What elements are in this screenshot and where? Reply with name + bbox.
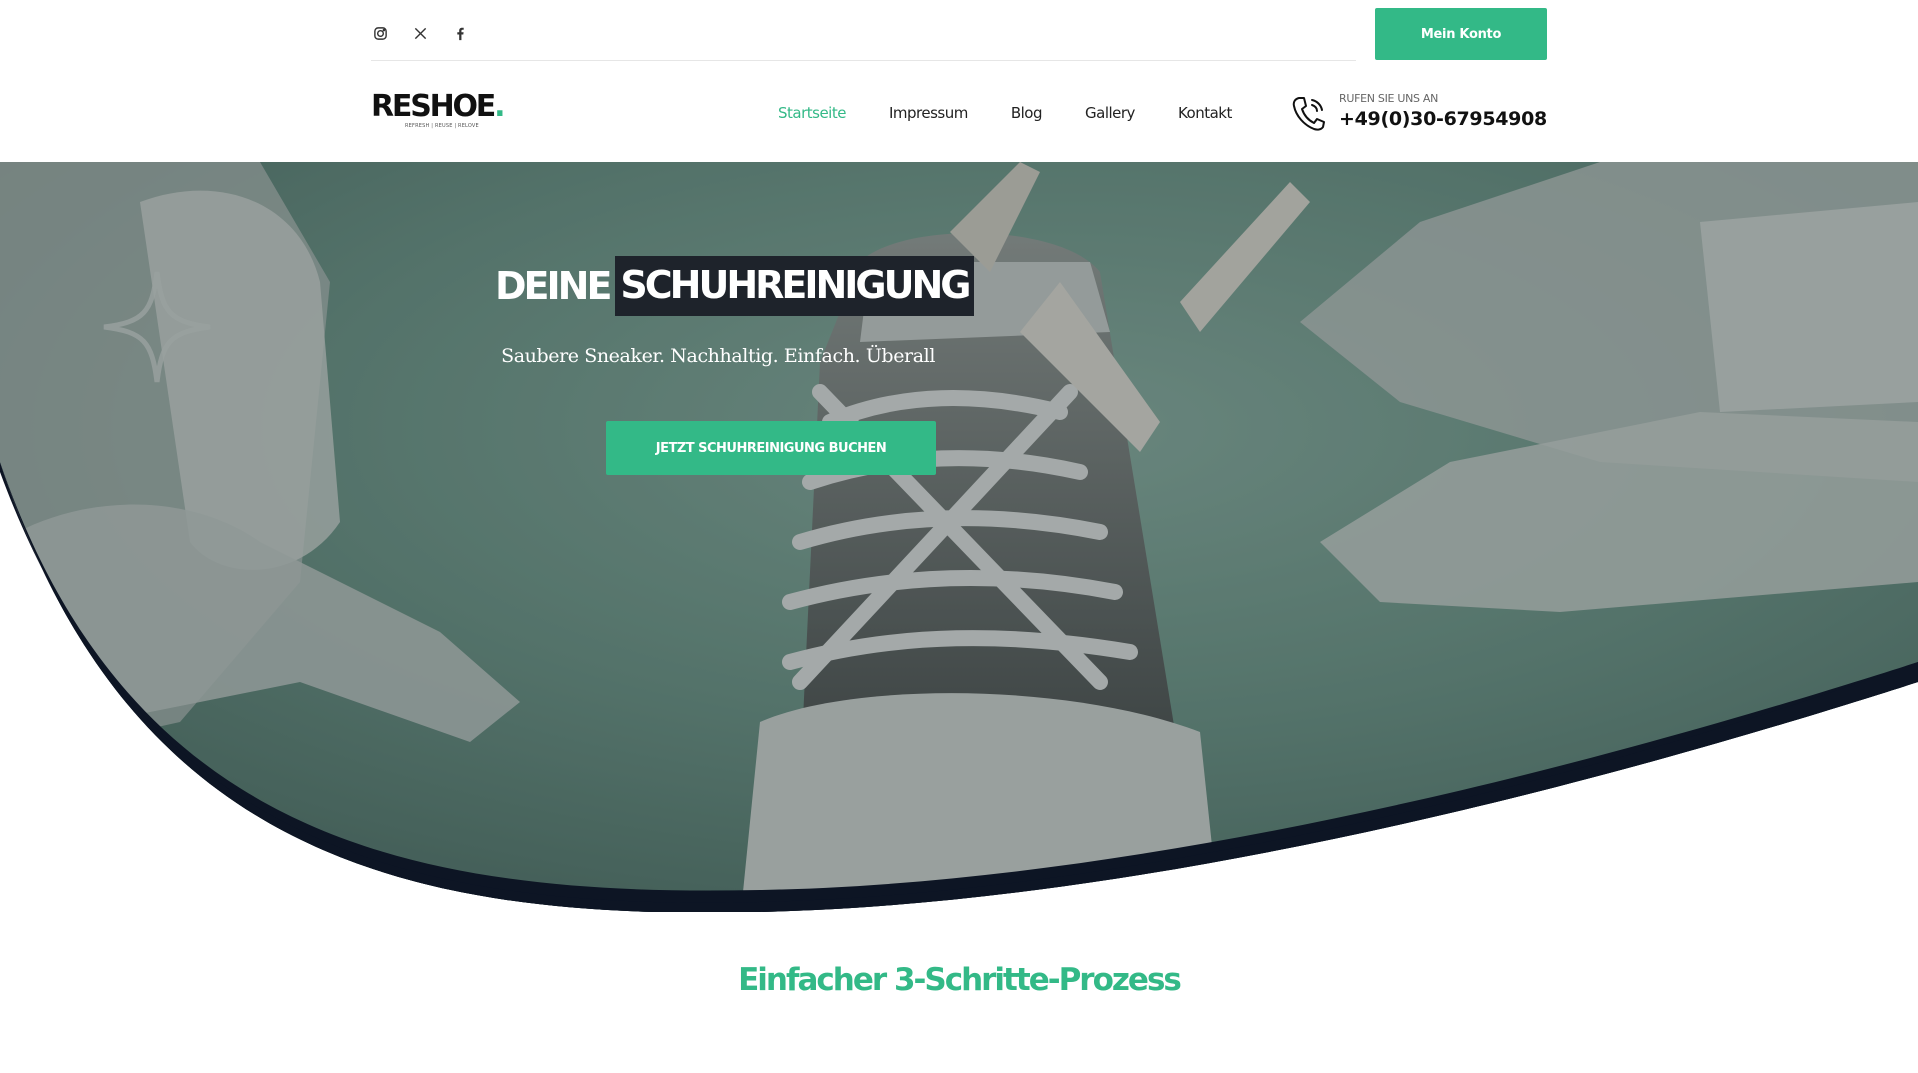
logo[interactable]: RESHOE. REFRESH | REUSE | RELOVE <box>371 89 506 130</box>
logo-dot: . <box>494 89 505 124</box>
hero-title-plain: DEINE <box>495 264 612 308</box>
hero-title-highlight: SCHUHREINIGUNG <box>615 256 975 316</box>
top-divider <box>371 60 1356 61</box>
hero-section: DEINE SCHUHREINIGUNG Saubere Sneaker. Na… <box>0 162 1918 912</box>
x-icon[interactable] <box>411 24 429 42</box>
phone-icon <box>1291 94 1327 132</box>
process-section-title: Einfacher 3-Schritte-Prozess <box>738 962 1182 998</box>
instagram-icon[interactable] <box>371 24 389 42</box>
phone-contact[interactable]: RUFEN SIE UNS AN +49(0)30-67954908 <box>1291 88 1547 138</box>
logo-text: RESHOE <box>371 89 496 124</box>
phone-label: RUFEN SIE UNS AN <box>1339 92 1439 105</box>
main-nav: Startseite Impressum Blog Gallery Kontak… <box>778 104 1275 122</box>
nav-item-impressum[interactable]: Impressum <box>889 104 968 122</box>
nav-item-blog[interactable]: Blog <box>1011 104 1043 122</box>
main-header: RESHOE. REFRESH | REUSE | RELOVE Startse… <box>371 72 1547 162</box>
hero-title: DEINE SCHUHREINIGUNG <box>495 255 975 317</box>
book-cleaning-button[interactable]: JETZT SCHUHREINIGUNG BUCHEN <box>606 421 936 475</box>
my-account-button[interactable]: Mein Konto <box>1375 8 1547 60</box>
phone-number[interactable]: +49(0)30-67954908 <box>1339 108 1547 130</box>
nav-item-startseite[interactable]: Startseite <box>778 104 846 122</box>
nav-item-gallery[interactable]: Gallery <box>1085 104 1135 122</box>
social-links <box>371 24 469 42</box>
facebook-icon[interactable] <box>451 24 469 42</box>
hero-subtitle: Saubere Sneaker. Nachhaltig. Einfach. Üb… <box>501 345 935 367</box>
top-bar: Mein Konto <box>371 0 1547 62</box>
nav-item-kontakt[interactable]: Kontakt <box>1178 104 1232 122</box>
